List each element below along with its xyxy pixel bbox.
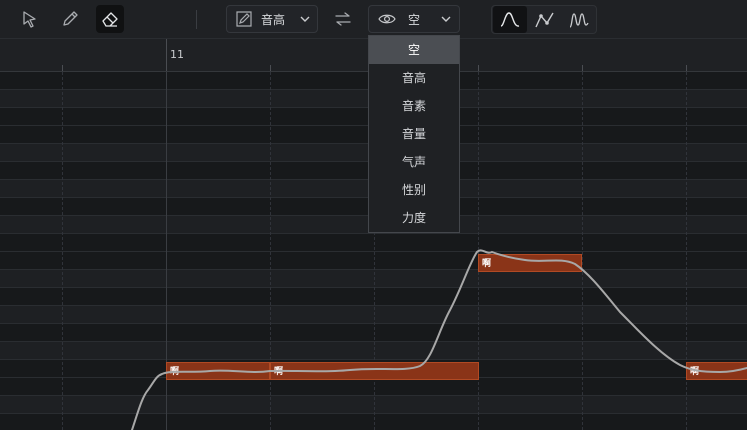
toolbar-divider — [196, 10, 197, 29]
bar-marker — [166, 39, 167, 71]
pencil-box-icon — [236, 11, 252, 27]
beat-tick — [478, 65, 479, 71]
parameter-select[interactable]: 音高 — [226, 5, 318, 33]
beat-tick — [62, 65, 63, 71]
dropdown-item-gender[interactable]: 性别 — [369, 176, 459, 204]
toolbar: 音高 空 — [0, 0, 747, 39]
beat-tick — [270, 65, 271, 71]
curve-vibrato-icon — [569, 12, 589, 28]
dropdown-item-breath[interactable]: 气声 — [369, 148, 459, 176]
eraser-icon — [102, 12, 118, 27]
pointer-icon — [23, 11, 36, 28]
chevron-down-icon — [441, 16, 451, 22]
beat-tick — [686, 65, 687, 71]
swap-button[interactable] — [329, 5, 357, 33]
parameter-select-value: 音高 — [261, 12, 286, 27]
pencil-tool-button[interactable] — [56, 5, 84, 33]
view-parameter-select[interactable]: 空 — [368, 5, 460, 33]
view-parameter-select-value: 空 — [408, 12, 421, 27]
curve-vibrato-button[interactable] — [562, 6, 596, 33]
dropdown-item-volume[interactable]: 音量 — [369, 120, 459, 148]
curve-anchor-icon — [535, 12, 554, 27]
bar-number: 11 — [170, 48, 184, 61]
curve-smooth-icon — [500, 11, 520, 27]
dropdown-item-phoneme[interactable]: 音素 — [369, 92, 459, 120]
eraser-tool-button[interactable] — [96, 5, 124, 33]
curve-mode-group — [491, 5, 597, 34]
dropdown-item-strength[interactable]: 力度 — [369, 204, 459, 232]
beat-tick — [582, 65, 583, 71]
curve-smooth-button[interactable] — [493, 6, 527, 33]
dropdown-item-pitch[interactable]: 音高 — [369, 64, 459, 92]
pencil-icon — [63, 11, 78, 26]
view-parameter-dropdown: 空 音高 音素 音量 气声 性别 力度 — [368, 35, 460, 233]
eye-icon — [378, 14, 396, 24]
curve-anchor-button[interactable] — [528, 6, 562, 33]
pointer-tool-button[interactable] — [16, 5, 44, 33]
dropdown-item-empty[interactable]: 空 — [369, 36, 459, 64]
chevron-down-icon — [300, 16, 310, 22]
swap-arrows-icon — [335, 12, 351, 26]
